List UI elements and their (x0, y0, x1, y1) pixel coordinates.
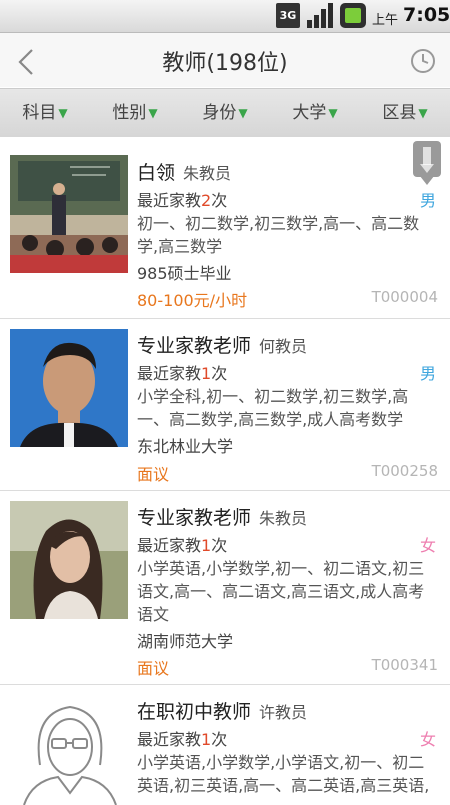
recent-unit: 次 (211, 191, 228, 210)
teacher-code: T000004 (371, 288, 438, 306)
teacher-title-text: 白领 (137, 162, 176, 184)
filter-bar: 科目 ▼ 性别 ▼ 身份 ▼ 大学 ▼ 区县 ▼ (0, 88, 450, 138)
status-ampm: 上午 (372, 13, 399, 28)
battery-icon (340, 3, 366, 28)
recent-tutoring: 最近家教1次 (137, 360, 227, 384)
teacher-school: 东北林业大学 (137, 437, 234, 456)
filter-identity[interactable]: 身份 ▼ (180, 89, 270, 137)
teacher-name: 朱教员 (259, 509, 308, 528)
filter-gender[interactable]: 性别 ▼ (90, 89, 180, 137)
recent-label: 最近家教 (137, 364, 202, 383)
teacher-card[interactable]: 在职初中教师 许教员 最近家教1次 女 小学英语,小学数学,小学语文,初一、初二英… (0, 685, 450, 805)
recent-count: 2 (201, 191, 212, 210)
gender-label: 男 (419, 364, 436, 383)
teacher-photo (10, 329, 128, 447)
status-time: 7:05 (403, 4, 450, 26)
teacher-school: 湖南师范大学 (137, 632, 234, 651)
download-arrow-icon[interactable] (412, 141, 442, 185)
history-button[interactable] (404, 40, 444, 80)
teacher-title: 白领 朱教员 (137, 158, 231, 185)
recent-unit: 次 (211, 730, 228, 749)
recent-count: 1 (201, 536, 212, 555)
teacher-card[interactable]: 白领 朱教员 最近家教2次 男 初一、初二数学,初三数学,高一、高二数学,高三数学… (0, 137, 450, 319)
teacher-title: 在职初中教师 许教员 (137, 697, 307, 724)
filter-label: 区县 (382, 103, 417, 123)
teacher-title-text: 专业家教老师 (137, 507, 252, 529)
teacher-code: T000341 (371, 656, 438, 674)
filter-subject[interactable]: 科目 ▼ (0, 89, 90, 137)
recent-count: 1 (201, 730, 212, 749)
signal-icon (307, 3, 333, 28)
gender-label: 女 (419, 536, 436, 555)
teacher-photo (10, 155, 128, 273)
chevron-down-icon: ▼ (328, 106, 338, 120)
page-title: 教师(198位) (162, 51, 288, 76)
teacher-title-text: 在职初中教师 (137, 701, 252, 723)
teacher-title-text: 专业家教老师 (137, 335, 252, 357)
filter-university[interactable]: 大学 ▼ (270, 89, 360, 137)
teacher-photo (10, 501, 128, 619)
chevron-down-icon: ▼ (58, 106, 68, 120)
teacher-subjects: 初一、初二数学,初三数学,高一、高二数学,高三数学 (137, 214, 420, 256)
recent-unit: 次 (211, 536, 228, 555)
clock-icon (411, 49, 435, 73)
recent-tutoring: 最近家教1次 (137, 726, 227, 750)
recent-tutoring: 最近家教1次 (137, 532, 227, 556)
teacher-price: 面议 (137, 465, 170, 484)
teacher-title: 专业家教老师 朱教员 (137, 503, 307, 530)
teacher-school: 985硕士毕业 (137, 264, 232, 283)
teacher-card[interactable]: 专业家教老师 何教员 最近家教1次 男 小学全科,初一、初二数学,初三数学,高一、… (0, 319, 450, 491)
teacher-title: 专业家教老师 何教员 (137, 331, 307, 358)
recent-count: 1 (201, 364, 212, 383)
teacher-name: 何教员 (259, 337, 308, 356)
teacher-price: 80-100元/小时 (137, 291, 248, 310)
filter-district[interactable]: 区县 ▼ (360, 89, 450, 137)
chevron-down-icon: ▼ (238, 106, 248, 120)
teacher-subjects: 小学英语,小学数学,初一、初二语文,初三语文,高一、高二语文,高三语文,成人高考… (137, 559, 425, 624)
chevron-down-icon: ▼ (148, 106, 158, 120)
gender-label: 男 (419, 191, 436, 210)
title-bar: 教师(198位) (0, 33, 450, 87)
network-3g-icon: 3G (276, 3, 300, 28)
recent-label: 最近家教 (137, 730, 202, 749)
teacher-card[interactable]: 专业家教老师 朱教员 最近家教1次 女 小学英语,小学数学,初一、初二语文,初三语… (0, 491, 450, 685)
teacher-subjects: 小学英语,小学数学,小学语文,初一、初二英语,初三英语,高一、高二英语,高三英语… (137, 753, 430, 800)
filter-label: 科目 (22, 103, 57, 123)
recent-unit: 次 (211, 364, 228, 383)
gender-label: 女 (419, 730, 436, 749)
filter-label: 性别 (112, 103, 147, 123)
chevron-down-icon: ▼ (418, 106, 428, 120)
recent-label: 最近家教 (137, 191, 202, 210)
teacher-name: 许教员 (259, 703, 308, 722)
teacher-photo (10, 695, 128, 805)
teacher-name: 朱教员 (183, 164, 232, 183)
recent-label: 最近家教 (137, 536, 202, 555)
filter-label: 大学 (292, 103, 327, 123)
recent-tutoring: 最近家教2次 (137, 187, 227, 211)
filter-label: 身份 (202, 103, 237, 123)
teacher-subjects: 小学全科,初一、初二数学,初三数学,高一、高二数学,高三数学,成人高考数学 (137, 387, 409, 429)
status-bar: 3G 上午 7:05 (0, 0, 450, 33)
teacher-price: 面议 (137, 659, 170, 678)
teacher-code: T000258 (371, 462, 438, 480)
